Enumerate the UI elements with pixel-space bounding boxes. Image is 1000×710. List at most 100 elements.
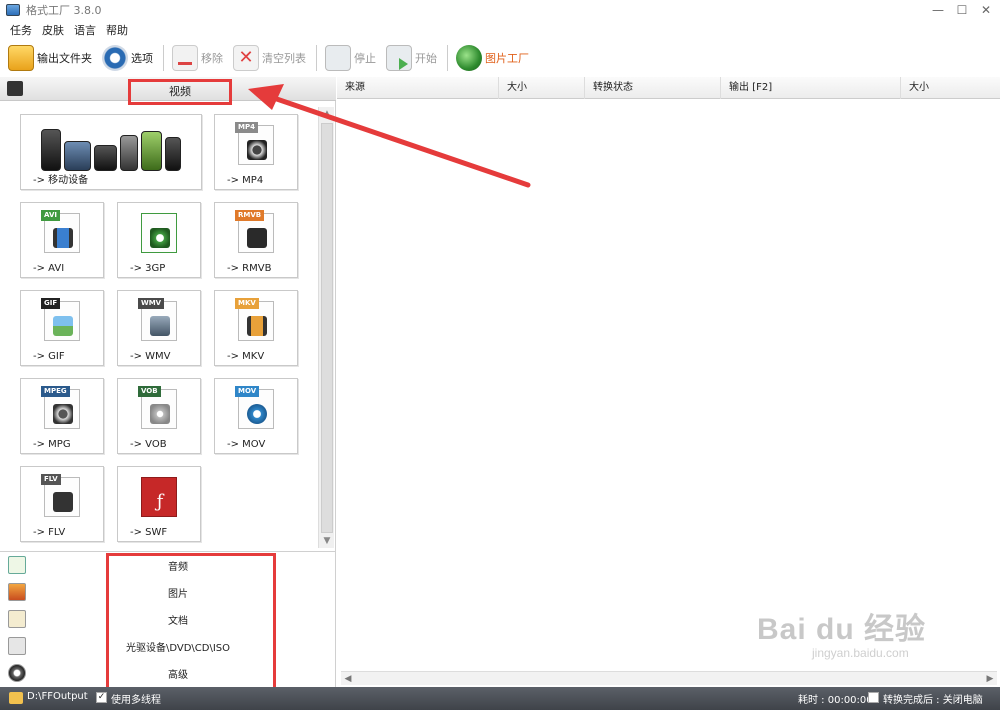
tile-label: -> SWF [130, 527, 168, 538]
output-path[interactable]: D:\FFOutput [27, 691, 88, 702]
rmvb-icon: RMVB [235, 210, 274, 253]
tile-mkv[interactable]: MKV -> MKV [214, 290, 298, 366]
output-folder-button[interactable]: 输出文件夹 [8, 43, 92, 73]
mobile-devices-icon [41, 121, 182, 171]
tile-label: -> 3GP [130, 263, 166, 274]
mp4-icon: MP4 [235, 122, 274, 165]
toolbar-separator [163, 45, 164, 71]
app-icon [6, 4, 20, 16]
column-source[interactable]: 来源 [337, 77, 499, 99]
tile-3gp[interactable]: -> 3GP [117, 202, 201, 278]
scroll-right-arrow[interactable]: ▶ [983, 672, 997, 686]
category-label: 光驱设备\DVD\CD\ISO [125, 643, 231, 654]
category-label: 文档 [168, 616, 188, 627]
tile-mov[interactable]: MOV -> MOV [214, 378, 298, 454]
clear-x-icon: ✕ [233, 45, 259, 71]
baidu-watermark: Bai du 经验 [757, 613, 927, 646]
clear-list-button[interactable]: ✕ 清空列表 [233, 43, 306, 73]
swf-icon: ƒ [141, 477, 177, 517]
clear-list-label: 清空列表 [262, 52, 306, 65]
remove-label: 移除 [201, 52, 223, 65]
column-output-size[interactable]: 大小 [901, 77, 1000, 99]
tile-label: -> GIF [33, 351, 65, 362]
category-advanced[interactable]: 高级 [0, 660, 336, 687]
tile-label: -> 移动设备 [33, 175, 89, 186]
column-status[interactable]: 转换状态 [585, 77, 721, 99]
avi-icon: AVI [41, 210, 80, 253]
category-panel: 视频 -> 移动设备 MP4 -> MP4 AVI -> AVI -> 3GP … [0, 77, 336, 691]
scroll-thumb[interactable] [321, 123, 333, 533]
scroll-down-arrow[interactable]: ▼ [319, 534, 335, 548]
shutdown-after-checkbox[interactable] [868, 692, 879, 703]
category-label: 音频 [168, 562, 188, 573]
tile-wmv[interactable]: WMV -> WMV [117, 290, 201, 366]
mov-icon: MOV [235, 386, 274, 429]
menu-bar: 任务 皮肤 语言 帮助 [0, 20, 1000, 40]
task-table-header: 来源 大小 转换状态 输出 [F2] 大小 [337, 77, 1000, 99]
stop-icon [325, 45, 351, 71]
tile-mp4[interactable]: MP4 -> MP4 [214, 114, 298, 190]
tile-mobile-devices[interactable]: -> 移动设备 [20, 114, 202, 190]
tile-avi[interactable]: AVI -> AVI [20, 202, 104, 278]
category-optical-drive[interactable]: 光驱设备\DVD\CD\ISO [0, 633, 336, 660]
tile-label: -> MKV [227, 351, 265, 362]
menu-help[interactable]: 帮助 [106, 22, 128, 38]
multithread-label: 使用多线程 [111, 695, 161, 706]
category-document[interactable]: 文档 [0, 606, 336, 633]
picture-factory-label: 图片工厂 [485, 52, 529, 65]
tile-label: -> AVI [33, 263, 65, 274]
close-button[interactable]: ✕ [972, 0, 1000, 20]
window-title: 格式工厂 3.8.0 [26, 4, 102, 17]
menu-skin[interactable]: 皮肤 [42, 22, 64, 38]
baidu-watermark-url: jingyan.baidu.com [812, 646, 909, 660]
remove-button[interactable]: 移除 [172, 43, 223, 73]
category-label: 高级 [168, 670, 188, 681]
menu-language[interactable]: 语言 [74, 22, 96, 38]
magnifier-icon [456, 45, 482, 71]
remove-icon [172, 45, 198, 71]
after-done-label: 转换完成后 : 关闭电脑 [883, 695, 983, 706]
video-category-header[interactable]: 视频 [0, 77, 336, 105]
tile-flv[interactable]: FLV -> FLV [20, 466, 104, 542]
gif-icon: GIF [41, 298, 80, 341]
tile-gif[interactable]: GIF -> GIF [20, 290, 104, 366]
toolbar-separator [447, 45, 448, 71]
category-list: 音频 图片 文档 光驱设备\DVD\CD\ISO 高级 [0, 551, 336, 691]
scroll-up-arrow[interactable]: ▲ [319, 107, 335, 121]
flv-icon: FLV [41, 474, 80, 517]
category-audio[interactable]: 音频 [0, 552, 336, 579]
tile-label: -> VOB [130, 439, 167, 450]
start-label: 开始 [415, 52, 437, 65]
multithread-checkbox[interactable]: ✓ [96, 692, 107, 703]
elapsed-time: 耗时 : 00:00:00 [798, 695, 873, 706]
picture-factory-button[interactable]: 图片工厂 [456, 43, 529, 73]
start-button[interactable]: 开始 [386, 43, 437, 73]
stop-button[interactable]: 停止 [325, 43, 376, 73]
tile-label: -> MOV [227, 439, 266, 450]
options-button[interactable]: 选项 [102, 43, 153, 73]
category-label: 图片 [168, 589, 188, 600]
tile-swf[interactable]: ƒ -> SWF [117, 466, 201, 542]
column-output[interactable]: 输出 [F2] [721, 77, 901, 99]
vob-icon: VOB [138, 386, 177, 429]
menu-task[interactable]: 任务 [10, 22, 32, 38]
stop-label: 停止 [354, 52, 376, 65]
toolbar: 输出文件夹 选项 移除 ✕ 清空列表 停止 开始 图片工厂 [0, 40, 1000, 76]
folder-icon[interactable] [9, 692, 23, 704]
task-table-hscroll[interactable]: ◀ ▶ [341, 671, 997, 685]
tile-vob[interactable]: VOB -> VOB [117, 378, 201, 454]
output-folder-label: 输出文件夹 [37, 52, 92, 65]
tile-label: -> WMV [130, 351, 171, 362]
tile-label: -> MPG [33, 439, 71, 450]
scroll-left-arrow[interactable]: ◀ [341, 672, 355, 686]
video-category-title[interactable]: 视频 [128, 79, 232, 105]
task-list-panel: 来源 大小 转换状态 输出 [F2] 大小 ◀ ▶ Bai du 经验 jing… [337, 77, 1000, 687]
folder-icon [8, 45, 34, 71]
tile-mpg[interactable]: MPEG -> MPG [20, 378, 104, 454]
tiles-scrollbar[interactable]: ▲ ▼ [318, 107, 334, 548]
column-size[interactable]: 大小 [499, 77, 585, 99]
tile-label: -> RMVB [227, 263, 272, 274]
tile-label: -> FLV [33, 527, 66, 538]
category-picture[interactable]: 图片 [0, 579, 336, 606]
tile-rmvb[interactable]: RMVB -> RMVB [214, 202, 298, 278]
